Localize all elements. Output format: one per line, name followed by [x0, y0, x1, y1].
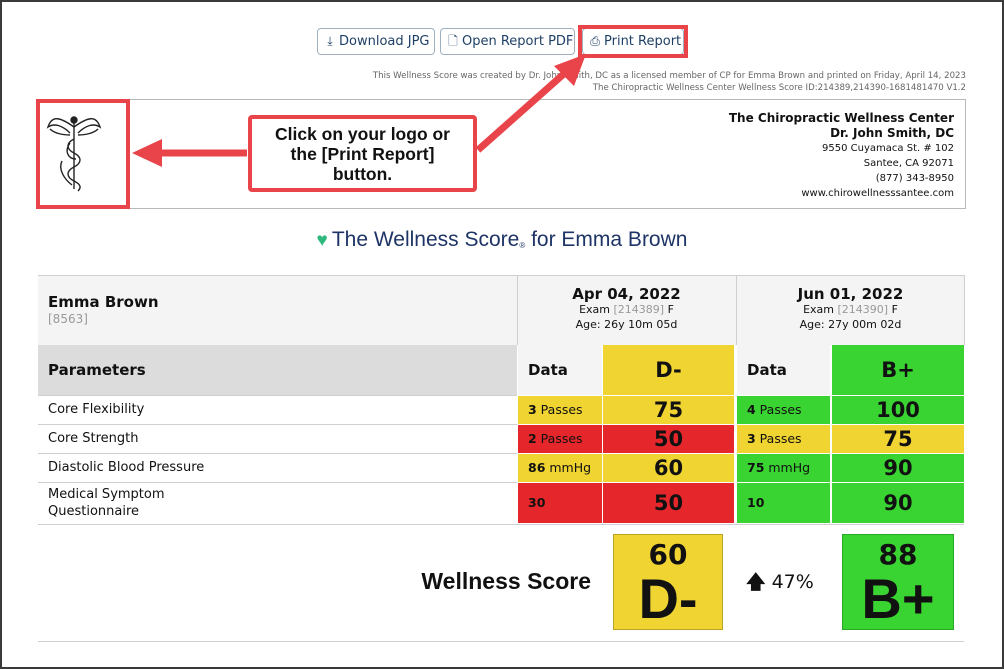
data-cell: 86 mmHg: [518, 454, 602, 482]
patient-id: [8563]: [48, 312, 88, 326]
score-cell: 75: [832, 425, 964, 453]
grid-line: [38, 453, 517, 454]
exam-id-1: [214389]: [613, 303, 665, 316]
grid-line: [736, 275, 737, 345]
data-cell: 75 mmHg: [737, 454, 830, 482]
exam-date-2: Jun 01, 2022: [797, 285, 904, 303]
grid-line: [38, 424, 517, 425]
exam-date-1: Apr 04, 2022: [572, 285, 681, 303]
grid-line: [517, 275, 518, 345]
exam-age-1: Age: 26y 10m 05d: [575, 318, 678, 331]
param-medical-symptom-questionnaire: Medical Symptom Questionnaire: [48, 487, 165, 519]
grid-line: [38, 524, 964, 525]
param-diastolic-bp: Diastolic Blood Pressure: [48, 460, 205, 475]
grade-header-1: D-: [603, 345, 734, 395]
data-cell: 30: [518, 483, 602, 523]
score-cell: 90: [832, 483, 964, 523]
patient-name: Emma Brown: [48, 293, 159, 311]
final-score-box-1: 60 D-: [613, 534, 723, 630]
param-core-strength: Core Strength: [48, 431, 139, 446]
exam-header-2: Jun 01, 2022 Exam [214390] F Age: 27y 00…: [737, 287, 964, 332]
data-cell: 10: [737, 483, 830, 523]
exam-age-2: Age: 27y 00m 02d: [799, 318, 902, 331]
score-cell: 100: [832, 396, 964, 424]
score-cell: 90: [832, 454, 964, 482]
data-cell: 3 Passes: [737, 425, 830, 453]
final-grade-2: B+: [861, 567, 935, 630]
exam-header-1: Apr 04, 2022 Exam [214389] F Age: 26y 10…: [518, 287, 735, 332]
grid-line: [964, 275, 965, 345]
data-cell: 3 Passes: [518, 396, 602, 424]
page-title: ♥ The Wellness Score® for Emma Brown: [316, 228, 688, 251]
grid-line: [38, 641, 964, 642]
score-cell: 75: [603, 396, 734, 424]
grade-header-2: B+: [832, 345, 964, 395]
arrow-up-icon: 🡅: [746, 571, 766, 593]
grid-line: [38, 482, 517, 483]
data-cell: 2 Passes: [518, 425, 602, 453]
final-grade-1: D-: [638, 567, 698, 630]
instruction-callout: Click on your logo or the [Print Report]…: [248, 115, 477, 192]
grid-line: [38, 275, 964, 276]
score-cell: 60: [603, 454, 734, 482]
grid-line: [38, 395, 517, 396]
score-change: 🡅 47%: [746, 571, 814, 593]
final-score-box-2: 88 B+: [842, 534, 954, 630]
data-header-2: Data: [737, 345, 830, 395]
data-header-1: Data: [518, 345, 602, 395]
arrow-to-print: [475, 69, 569, 153]
parameters-header: Parameters: [38, 345, 517, 395]
wellness-score-label: Wellness Score: [421, 568, 591, 594]
data-cell: 4 Passes: [737, 396, 830, 424]
arrow-head-logo-icon: [132, 139, 162, 167]
score-cell: 50: [603, 483, 734, 523]
param-core-flexibility: Core Flexibility: [48, 402, 145, 417]
exam-id-2: [214390]: [837, 303, 889, 316]
heart-pulse-icon: ♥: [316, 230, 328, 251]
score-cell: 50: [603, 425, 734, 453]
